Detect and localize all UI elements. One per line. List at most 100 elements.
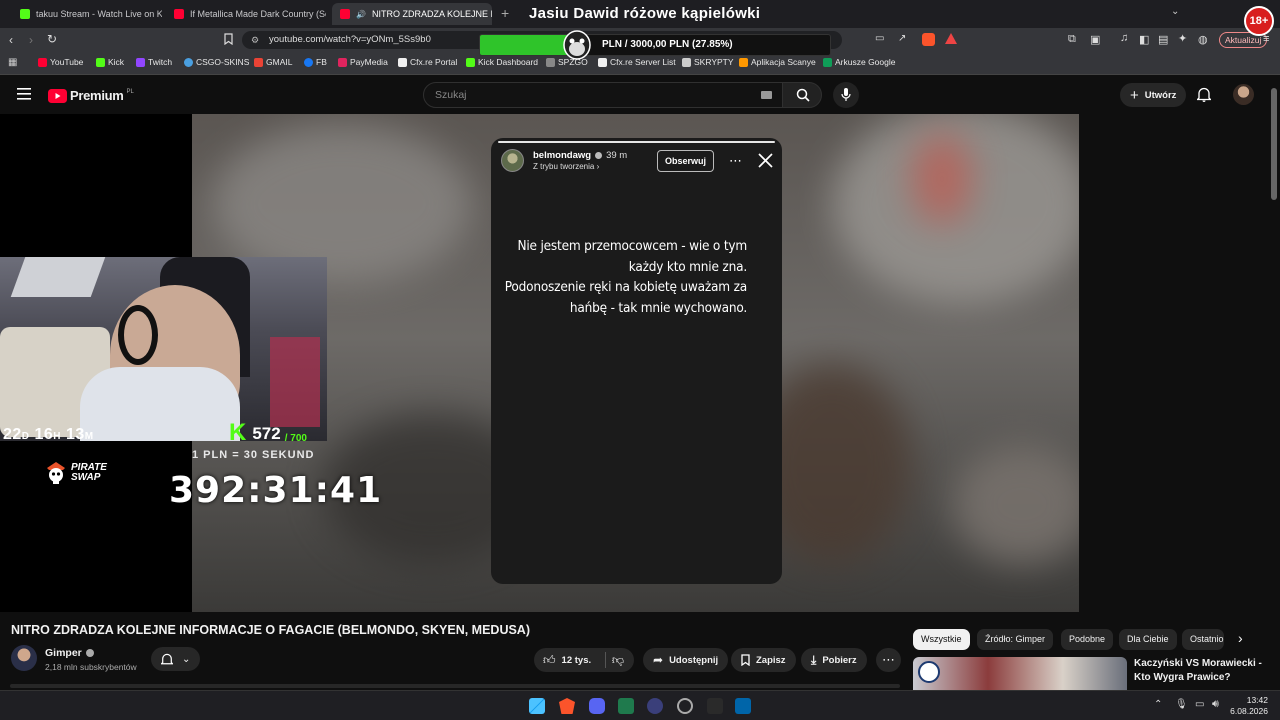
microphone-icon xyxy=(841,88,851,101)
brave-browser-icon[interactable] xyxy=(559,698,575,714)
bookmark-paymedia[interactable]: PayMedia xyxy=(338,57,388,67)
vpn-icon[interactable]: ◍ xyxy=(1198,33,1208,46)
notifications-bell-icon[interactable] xyxy=(1197,87,1211,102)
bookmark-icon[interactable] xyxy=(224,33,233,45)
bookmark-csgo-skins[interactable]: CSGO-SKINS xyxy=(184,57,249,67)
share-button[interactable]: ➦ Udostępnij xyxy=(643,648,729,672)
chevron-right-icon[interactable]: › xyxy=(1238,630,1243,646)
chip-related[interactable]: Podobne xyxy=(1061,629,1114,650)
media-icon[interactable]: ♫ xyxy=(1120,32,1128,44)
site-info-icon[interactable]: ⚙ xyxy=(251,31,259,49)
bookmark-google-sheets[interactable]: Arkusze Google xyxy=(823,57,895,67)
channel-name-text: Gimper xyxy=(45,647,82,659)
search-button[interactable] xyxy=(782,82,822,108)
folder-icon xyxy=(546,57,555,67)
extensions-icon[interactable]: ⧉ xyxy=(1068,33,1076,46)
windows-start-icon[interactable] xyxy=(529,698,545,714)
discord-icon[interactable] xyxy=(589,698,605,714)
system-clock[interactable]: 13:42 6.08.2026 xyxy=(1230,695,1268,717)
story-avatar[interactable] xyxy=(501,149,524,172)
search-input[interactable]: Szukaj xyxy=(423,82,783,108)
recommendation-title-line: Kto Wygra Prawice? xyxy=(1134,672,1231,683)
bookmark-label: SKRYPTY xyxy=(694,57,734,67)
bookmark-cfx-server-list[interactable]: Cfx.re Server List xyxy=(598,57,676,67)
sidebar-icon[interactable]: ◧ xyxy=(1139,33,1149,46)
brave-shield-icon[interactable] xyxy=(922,33,935,46)
chip-all[interactable]: Wszystkie xyxy=(913,629,970,650)
bookmark-label: Kick xyxy=(108,57,125,67)
network-icon[interactable]: ▭ xyxy=(1195,699,1204,710)
forward-icon[interactable]: › xyxy=(29,33,33,47)
follow-button[interactable]: Obserwuj xyxy=(657,150,715,172)
chip-from-gimper[interactable]: Źródło: Gimper xyxy=(977,629,1054,650)
thumbs-down-icon[interactable]: 👎︎ xyxy=(612,653,624,668)
more-actions-button[interactable]: ⋯ xyxy=(876,648,901,672)
recommendation-thumbnail[interactable] xyxy=(913,657,1127,690)
youtube-logo[interactable]: Premium PL xyxy=(48,88,134,103)
subscribed-button[interactable]: ⌄ xyxy=(151,647,201,671)
like-button[interactable]: 👍︎ 12 tys. xyxy=(543,653,591,668)
bookmark-kick[interactable]: Kick xyxy=(96,57,124,67)
bookmark-kick-dashboard[interactable]: Kick Dashboard xyxy=(466,57,538,67)
pirate-skull-icon xyxy=(47,462,65,484)
bookmark-cfx-portal[interactable]: Cfx.re Portal xyxy=(398,57,457,67)
share-icon[interactable]: ↗ xyxy=(898,33,906,44)
tab-kick-stream[interactable]: takuu Stream - Watch Live on Kic xyxy=(12,3,162,25)
chip-for-you[interactable]: Dla Ciebie xyxy=(1119,629,1177,650)
obs-icon[interactable] xyxy=(647,698,663,714)
channel-name[interactable]: Gimper xyxy=(45,647,94,659)
story-header: belmondawg 39 m xyxy=(533,150,627,161)
cfx-icon xyxy=(598,57,607,67)
excel-icon[interactable] xyxy=(618,698,634,714)
kick-icon: K xyxy=(229,419,247,446)
scanye-icon xyxy=(739,57,748,67)
tab-search-icon[interactable]: ⌄ xyxy=(1171,6,1179,17)
bookmark-fb[interactable]: FB xyxy=(304,57,327,67)
kick-follower-goal: K 572 / 700 xyxy=(229,419,307,446)
story-subtitle[interactable]: Z trybu tworzenia › xyxy=(533,162,599,171)
avatar[interactable] xyxy=(1233,84,1254,105)
facebook-icon xyxy=(304,57,313,67)
apps-grid-icon[interactable]: ▦ xyxy=(8,57,17,68)
bookmark-twitch[interactable]: Twitch xyxy=(136,57,172,67)
voice-search-button[interactable] xyxy=(833,82,859,108)
tab-metallica[interactable]: If Metallica Made Dark Country (Sev xyxy=(166,3,326,25)
wallet-icon[interactable]: ▤ xyxy=(1158,33,1168,46)
cast-icon[interactable]: ▭ xyxy=(875,33,884,44)
save-button[interactable]: Zapisz xyxy=(731,648,796,672)
channel-avatar[interactable] xyxy=(11,645,37,671)
keyboard-icon[interactable] xyxy=(761,91,772,99)
more-options-icon[interactable]: ⋯ xyxy=(729,153,743,169)
screenshot-icon[interactable]: ▣ xyxy=(1090,33,1100,46)
volume-icon[interactable]: 🔊︎ xyxy=(1212,698,1219,711)
tab-current-video[interactable]: 🔊 NITRO ZDRADZA KOLEJNE INF ✕ xyxy=(332,3,492,25)
chrome-icon[interactable] xyxy=(677,698,693,714)
chip-recent[interactable]: Ostatnio xyxy=(1182,629,1224,650)
tray-chevron-up-icon[interactable]: ⌃ xyxy=(1154,699,1162,710)
recommendation-title[interactable]: Kaczyński VS Morawiecki - Kto Wygra Praw… xyxy=(1134,657,1262,685)
page-scrollbar-thumb[interactable] xyxy=(1271,88,1277,200)
game-app-icon[interactable] xyxy=(707,698,723,714)
age-badge: 18+ xyxy=(1244,6,1274,36)
microphone-tray-icon[interactable]: 🎙︎ xyxy=(1175,699,1188,710)
leo-ai-icon[interactable]: ✦ xyxy=(1178,32,1187,45)
cfx-icon xyxy=(682,57,691,67)
bookmark-skrypty[interactable]: SKRYPTY xyxy=(682,57,734,67)
story-username[interactable]: belmondawg xyxy=(533,150,591,161)
address-bar: ‹ › ↻ ⚙ youtube.com/watch?v=yONm_5Ss9b0 … xyxy=(0,28,1280,60)
sheets-icon xyxy=(823,57,832,67)
brave-rewards-icon[interactable] xyxy=(945,33,957,44)
create-button[interactable]: + Utwórz xyxy=(1120,83,1187,107)
reload-icon[interactable]: ↻ xyxy=(47,32,57,46)
vscode-icon[interactable] xyxy=(735,698,751,714)
bookmark-youtube[interactable]: YouTube xyxy=(38,57,83,67)
back-icon[interactable]: ‹ xyxy=(9,33,13,47)
hamburger-menu-icon[interactable] xyxy=(17,88,31,100)
download-button[interactable]: ⤓ Pobierz xyxy=(801,648,867,672)
new-tab-button[interactable]: + xyxy=(501,5,509,21)
close-icon[interactable] xyxy=(758,153,773,168)
bookmark-gmail[interactable]: GMAIL xyxy=(254,57,292,67)
description-box-edge[interactable] xyxy=(10,684,900,688)
story-text: Nie jestem przemocowcem - wie o tym każd… xyxy=(491,236,747,318)
bookmark-scanye[interactable]: Aplikacja Scanye xyxy=(739,57,816,67)
